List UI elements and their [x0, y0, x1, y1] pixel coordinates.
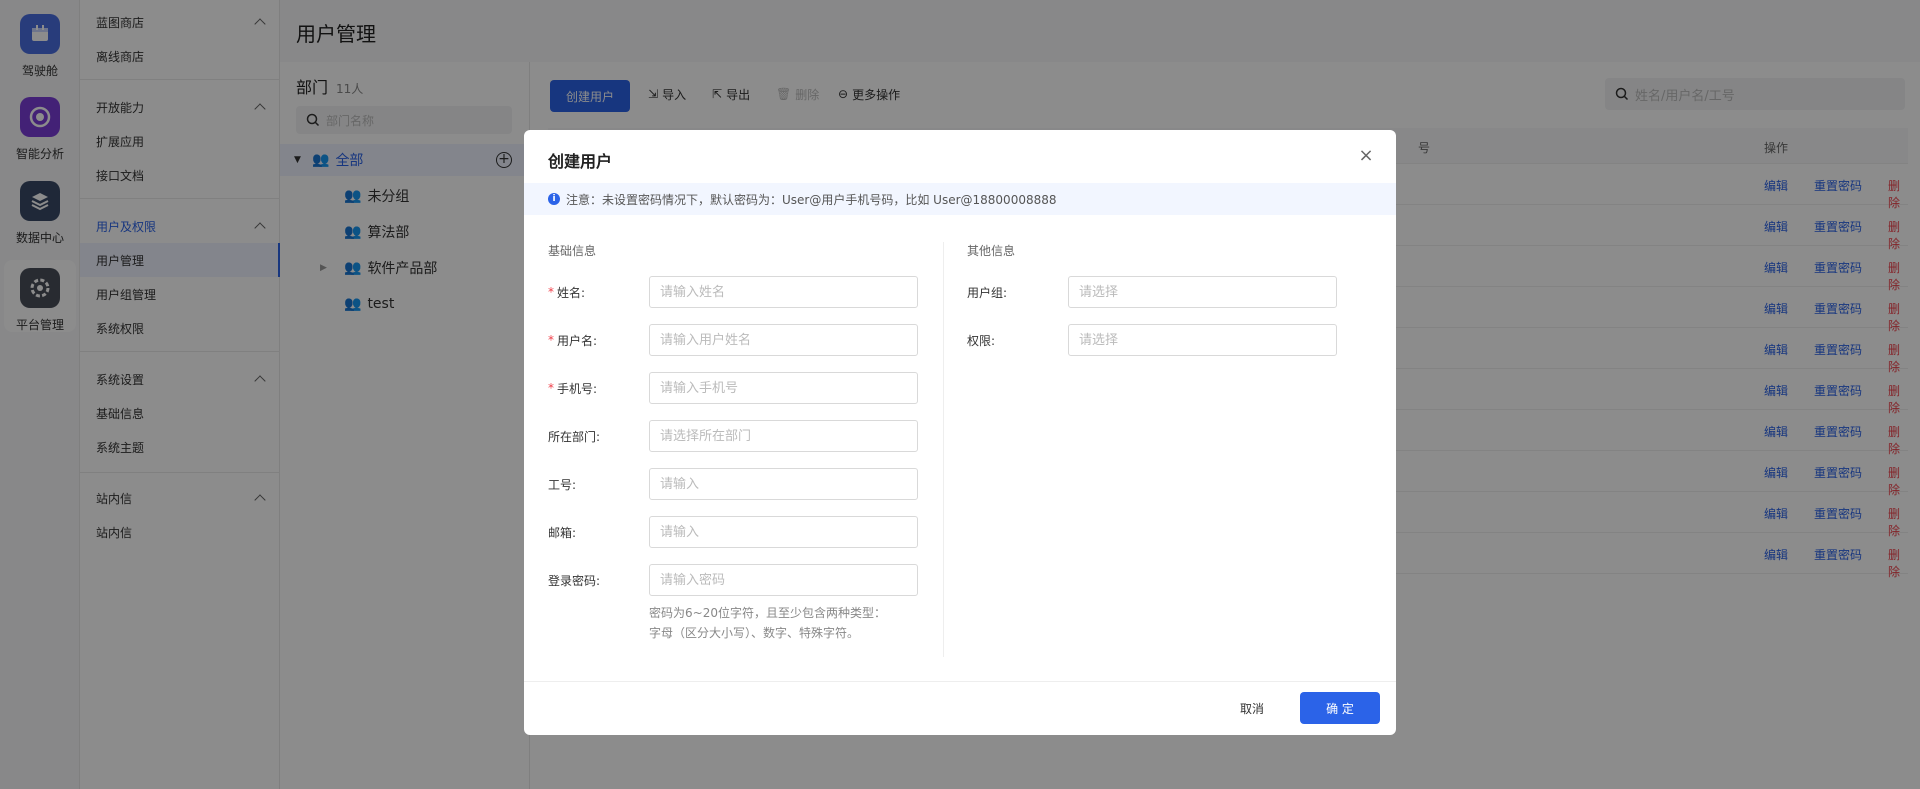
name-input[interactable]	[649, 276, 918, 308]
password-hint-line: 密码为6~20位字符，且至少包含两种类型：	[649, 606, 886, 620]
create-user-dialog: 创建用户 × i 注意：未设置密码情况下，默认密码为：User@用户手机号码，比…	[524, 130, 1396, 735]
dialog-title: 创建用户	[548, 152, 613, 171]
email-input[interactable]	[649, 516, 918, 548]
notice-text: 注意：未设置密码情况下，默认密码为：User@用户手机号码，比如 User@18…	[566, 192, 1057, 207]
password-label: 登录密码:	[548, 573, 601, 588]
dialog-footer-divider	[524, 681, 1396, 682]
username-label: * 用户名:	[548, 333, 598, 348]
user-group-label: 用户组:	[967, 285, 1008, 300]
user-group-select[interactable]	[1068, 276, 1337, 308]
divider	[943, 242, 944, 657]
job-number-label: 工号:	[548, 477, 577, 492]
password-hint-line: 字母（区分大小写）、数字、特殊字符。	[649, 626, 860, 640]
phone-label: * 手机号:	[548, 381, 598, 396]
password-hint: 密码为6~20位字符，且至少包含两种类型： 字母（区分大小写）、数字、特殊字符。	[649, 603, 886, 643]
section-basic-title: 基础信息	[548, 244, 597, 258]
username-input[interactable]	[649, 324, 918, 356]
email-label: 邮箱:	[548, 525, 577, 540]
phone-input[interactable]	[649, 372, 918, 404]
permission-label: 权限:	[967, 333, 996, 348]
section-other-title: 其他信息	[967, 244, 1016, 258]
info-icon: i	[548, 193, 560, 205]
confirm-button[interactable]: 确 定	[1300, 692, 1380, 724]
job-number-input[interactable]	[649, 468, 918, 500]
department-label: 所在部门:	[548, 429, 601, 444]
name-label: * 姓名:	[548, 285, 586, 300]
cancel-button[interactable]: 取消	[1220, 692, 1284, 724]
password-notice: i 注意：未设置密码情况下，默认密码为：User@用户手机号码，比如 User@…	[524, 183, 1396, 215]
permission-select[interactable]	[1068, 324, 1337, 356]
password-input[interactable]	[649, 564, 918, 596]
department-select[interactable]	[649, 420, 918, 452]
close-icon[interactable]: ×	[1358, 147, 1374, 165]
